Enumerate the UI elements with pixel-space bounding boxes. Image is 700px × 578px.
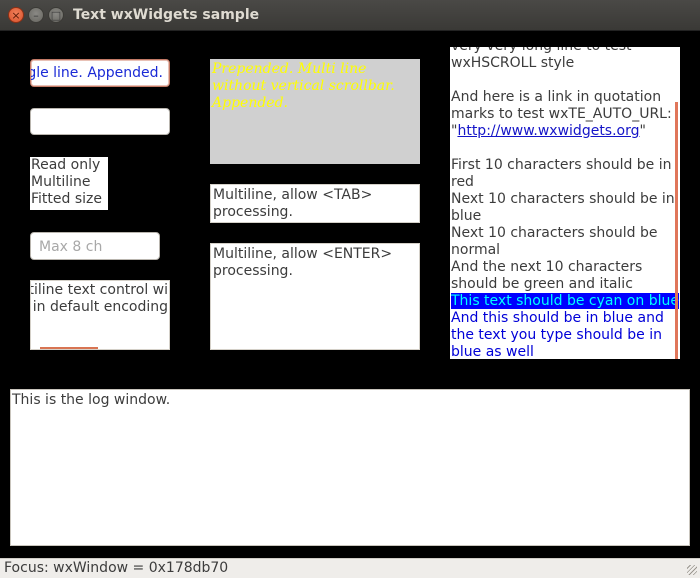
enter-processing-value: Multiline, allow <ENTER> processing. — [213, 246, 393, 279]
maximize-icon[interactable]: □ — [48, 7, 64, 23]
encoding-multiline-text[interactable]: ltiline text control wi t in default enc… — [30, 280, 170, 350]
log-window[interactable]: This is the log window. — [10, 389, 690, 546]
max-length-placeholder: Max 8 ch — [39, 239, 103, 255]
readonly-line: Fitted size — [31, 191, 102, 207]
rich-green-line: And the next 10 characters should be gre… — [451, 259, 643, 292]
prepended-multiline-text[interactable]: Prepended. Multi line without vertical s… — [210, 59, 420, 164]
minimize-icon[interactable]: – — [28, 7, 44, 23]
rich-text-control[interactable]: very very long line to test wxHSCROLL st… — [450, 47, 680, 359]
wxwidgets-link[interactable]: http://www.wxwidgets.org — [457, 123, 639, 139]
rich-normal-line: Next 10 characters should be normal — [451, 225, 658, 258]
log-text: This is the log window. — [12, 392, 171, 408]
rich-line: very very long line to test — [451, 47, 680, 55]
resize-grip-icon[interactable] — [687, 565, 697, 575]
rich-link-paragraph: And here is a link in quotation marks to… — [451, 89, 680, 140]
rich-final-blue-line: And this should be in blue and the text … — [451, 310, 664, 359]
max-length-text-input[interactable]: Max 8 ch — [30, 232, 160, 260]
enter-processing-text[interactable]: Multiline, allow <ENTER> processing. — [210, 243, 420, 350]
rich-red-line: First 10 characters should be in red — [451, 157, 672, 190]
readonly-multiline-text[interactable]: Read only Multiline Fitted size — [30, 157, 108, 210]
rich-line: wxHSCROLL style — [451, 55, 575, 71]
readonly-line: Multiline — [31, 174, 91, 190]
rich-blue-line: Next 10 characters should be in blue — [451, 191, 675, 224]
rich-link-close: " — [639, 123, 646, 139]
readonly-line: Read only — [31, 157, 101, 173]
rich-cyan-line: This text should be cyan on blue — [451, 293, 679, 309]
prepended-text-value: Prepended. Multi line without vertical s… — [212, 61, 395, 111]
encoding-line: ltiline text control wi — [30, 282, 168, 298]
horizontal-scrollbar[interactable] — [40, 347, 98, 349]
vertical-scrollbar[interactable] — [675, 102, 678, 359]
single-line-text-value: gle line. Appended. — [30, 65, 163, 81]
close-icon[interactable]: × — [8, 7, 24, 23]
status-bar: Focus: wxWindow = 0x178db70 — [0, 558, 700, 578]
empty-text-input[interactable] — [30, 108, 170, 135]
tab-processing-text[interactable]: Multiline, allow <TAB> processing. — [210, 184, 420, 223]
title-bar: × – □ Text wxWidgets sample — [0, 0, 700, 31]
tab-processing-value: Multiline, allow <TAB> processing. — [213, 187, 373, 220]
status-text: Focus: wxWindow = 0x178db70 — [4, 560, 229, 576]
window-title: Text wxWidgets sample — [73, 7, 260, 23]
single-line-text-input[interactable]: gle line. Appended. — [30, 59, 170, 87]
encoding-line: t in default encoding — [30, 299, 168, 315]
